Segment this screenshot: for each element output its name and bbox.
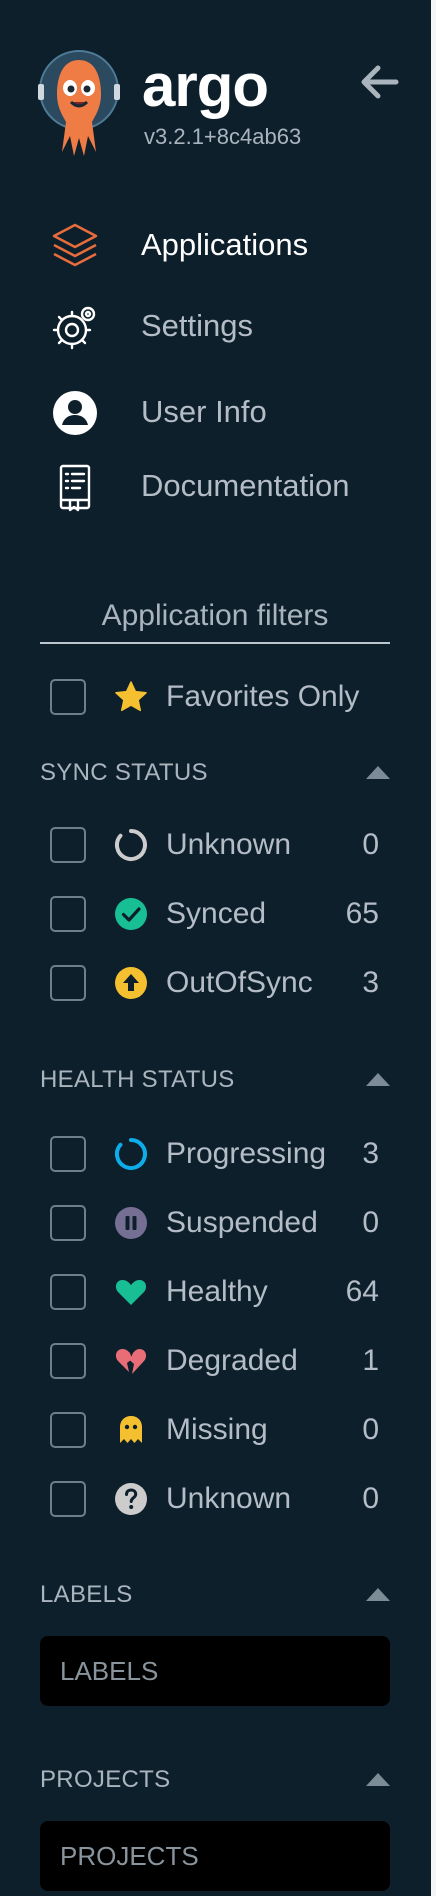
sync-out-of-sync-checkbox[interactable] — [50, 965, 86, 1001]
sync-status-title: SYNC STATUS — [40, 759, 208, 786]
app-brand-name: argo — [142, 52, 269, 119]
gear-icon — [52, 306, 96, 350]
favorites-only-checkbox[interactable] — [50, 679, 86, 715]
sync-out-of-sync-label: OutOfSync — [166, 966, 313, 999]
health-missing-checkbox[interactable] — [50, 1412, 86, 1448]
star-icon — [115, 681, 147, 712]
health-missing-label: Missing — [166, 1413, 268, 1446]
projects-section-title: PROJECTS — [40, 1766, 171, 1793]
health-unknown-checkbox[interactable] — [50, 1481, 86, 1517]
nav-item-settings[interactable]: Settings — [0, 290, 431, 360]
labels-filter-input[interactable] — [40, 1636, 390, 1706]
sync-synced-label: Synced — [166, 897, 267, 930]
health-status-collapse-caret-icon[interactable] — [364, 1071, 392, 1087]
pause-circle-icon — [115, 1207, 147, 1239]
nav-label-user-info: User Info — [141, 394, 267, 429]
ghost-icon — [120, 1416, 142, 1443]
health-healthy-label: Healthy — [166, 1275, 268, 1308]
sync-status-collapse-caret-icon[interactable] — [364, 764, 392, 780]
nav-label-documentation: Documentation — [141, 468, 350, 503]
sync-unknown-checkbox[interactable] — [50, 827, 86, 863]
sync-synced-count: 65 — [345, 897, 379, 930]
labels-section-title: LABELS — [40, 1581, 133, 1608]
nav-item-documentation[interactable]: Documentation — [0, 450, 431, 520]
circle-notch-icon — [115, 1138, 147, 1170]
sidebar: argo v3.2.1+8c4ab63 Applications Setting… — [0, 0, 431, 1896]
health-unknown-label: Unknown — [166, 1482, 292, 1515]
health-healthy-count: 64 — [345, 1275, 379, 1308]
health-suspended-checkbox[interactable] — [50, 1205, 86, 1241]
sync-synced-checkbox[interactable] — [50, 896, 86, 932]
heart-icon — [115, 1280, 147, 1305]
health-degraded-checkbox[interactable] — [50, 1343, 86, 1379]
sync-unknown-label: Unknown — [166, 828, 292, 861]
nav-label-settings: Settings — [141, 308, 254, 343]
health-status-title: HEALTH STATUS — [40, 1066, 235, 1093]
projects-collapse-caret-icon[interactable] — [364, 1771, 392, 1787]
layers-icon — [52, 223, 98, 267]
collapse-sidebar-arrow-icon[interactable] — [356, 58, 404, 106]
content-edge — [431, 0, 436, 1896]
health-missing-count: 0 — [362, 1413, 379, 1446]
check-circle-icon — [115, 898, 147, 930]
nav-label-applications: Applications — [141, 227, 309, 262]
health-suspended-label: Suspended — [166, 1206, 318, 1239]
health-degraded-label: Degraded — [166, 1344, 298, 1377]
nav-item-user-info[interactable]: User Info — [0, 376, 431, 446]
health-progressing-checkbox[interactable] — [50, 1136, 86, 1172]
health-progressing-label: Progressing — [166, 1137, 327, 1170]
sync-unknown-count: 0 — [362, 828, 379, 861]
health-unknown-count: 0 — [362, 1482, 379, 1515]
heart-broken-icon — [115, 1349, 147, 1374]
argo-mascot-logo[interactable] — [38, 50, 120, 160]
circle-notch-icon — [115, 829, 147, 861]
arrow-up-circle-icon — [115, 967, 147, 999]
projects-filter-input[interactable] — [40, 1821, 390, 1891]
nav-item-applications[interactable]: Applications — [0, 209, 431, 279]
application-filters-title: Application filters — [101, 599, 329, 632]
health-progressing-count: 3 — [362, 1137, 379, 1170]
filters-divider — [40, 642, 390, 644]
favorites-only-label: Favorites Only — [166, 680, 360, 713]
sync-out-of-sync-count: 3 — [362, 966, 379, 999]
question-circle-icon — [115, 1483, 147, 1515]
book-icon — [59, 464, 91, 512]
labels-collapse-caret-icon[interactable] — [364, 1586, 392, 1602]
app-version: v3.2.1+8c4ab63 — [144, 124, 302, 149]
health-degraded-count: 1 — [362, 1344, 379, 1377]
health-healthy-checkbox[interactable] — [50, 1274, 86, 1310]
user-icon — [53, 391, 97, 435]
health-suspended-count: 0 — [362, 1206, 379, 1239]
